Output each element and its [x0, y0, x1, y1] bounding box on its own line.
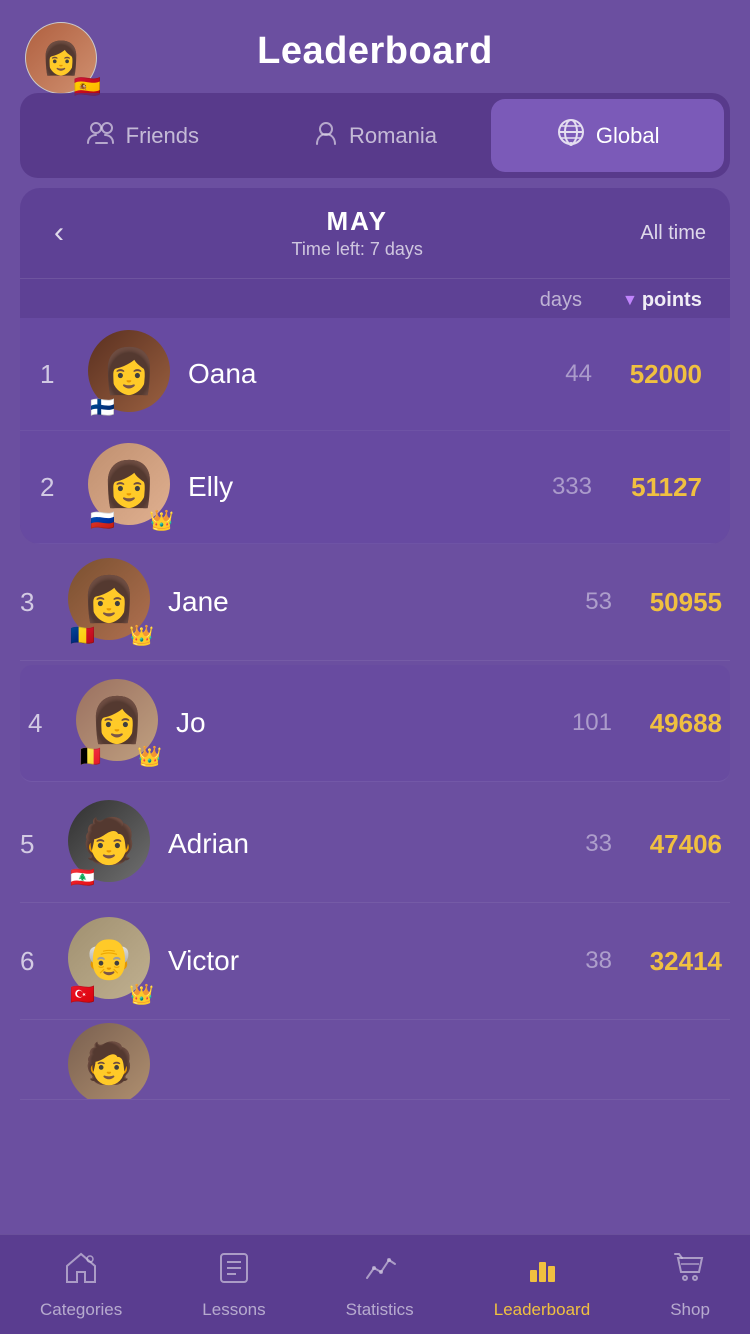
table-row: 6 👴 🇹🇷 👑 Victor 38 32414: [20, 903, 730, 1020]
flag-4: 🇧🇪: [78, 747, 103, 767]
lessons-icon: [216, 1250, 252, 1294]
nav-categories-label: Categories: [40, 1300, 122, 1320]
nav-categories[interactable]: Categories: [24, 1242, 138, 1328]
page-title: Leaderboard: [257, 30, 493, 73]
avatar-2: 👩 🇷🇺 👑: [88, 443, 176, 531]
days-3: 53: [542, 588, 612, 616]
name-6: Victor: [168, 945, 542, 977]
outer-rows: 3 👩 🇷🇴 👑 Jane 53 50955 4 👩 🇧🇪 👑 Jo 101 4…: [20, 544, 730, 1100]
days-4: 101: [542, 709, 612, 737]
avatar-1: 👩 🇫🇮: [88, 330, 176, 418]
nav-lessons-label: Lessons: [202, 1300, 265, 1320]
flag-5: 🇱🇧: [70, 868, 95, 888]
rank-4: 4: [28, 708, 64, 739]
table-row: 4 👩 🇧🇪 👑 Jo 101 49688: [20, 665, 730, 782]
sort-down-icon: ▼: [622, 292, 638, 310]
nav-leaderboard-label: Leaderboard: [494, 1300, 590, 1320]
avatar-3: 👩 🇷🇴 👑: [68, 558, 156, 646]
crown-6: 👑: [129, 985, 154, 1005]
points-6: 32414: [632, 946, 722, 977]
days-6: 38: [542, 947, 612, 975]
nav-shop-label: Shop: [670, 1300, 710, 1320]
days-column-header: days: [522, 289, 582, 312]
tab-selector: Friends Romania Global: [20, 93, 730, 178]
tab-romania[interactable]: Romania: [259, 100, 492, 171]
table-row: 2 👩 🇷🇺 👑 Elly 333 51127: [20, 431, 730, 544]
name-3: Jane: [168, 586, 542, 618]
rank-5: 5: [20, 829, 56, 860]
points-1: 52000: [612, 359, 702, 390]
back-button[interactable]: ‹: [44, 212, 74, 254]
user-avatar[interactable]: 👩 🇪🇸: [25, 22, 97, 94]
tab-friends-label: Friends: [126, 123, 199, 149]
bottom-navigation: Categories Lessons Statistics: [0, 1234, 750, 1334]
tab-romania-label: Romania: [349, 123, 437, 149]
name-2: Elly: [188, 471, 522, 503]
crown-4: 👑: [137, 747, 162, 767]
table-row: 3 👩 🇷🇴 👑 Jane 53 50955: [20, 544, 730, 661]
leaderboard-panel: ‹ MAY Time left: 7 days All time days ▼ …: [20, 188, 730, 544]
crown-3: 👑: [129, 626, 154, 646]
rank-6: 6: [20, 946, 56, 977]
avatar-image-7: 🧑: [68, 1023, 150, 1101]
friends-icon: [86, 119, 116, 152]
points-5: 47406: [632, 829, 722, 860]
points-4: 49688: [632, 708, 722, 739]
month-header: ‹ MAY Time left: 7 days All time: [20, 188, 730, 279]
all-time-button[interactable]: All time: [640, 222, 706, 245]
month-info: MAY Time left: 7 days: [292, 206, 423, 260]
avatar-6: 👴 🇹🇷 👑: [68, 917, 156, 1005]
statistics-icon: [362, 1250, 398, 1294]
avatar-4: 👩 🇧🇪 👑: [76, 679, 164, 767]
tab-global-label: Global: [596, 123, 660, 149]
header: 👩 🇪🇸 Leaderboard: [0, 0, 750, 93]
flag-6: 🇹🇷: [70, 985, 95, 1005]
avatar-5: 🧑 🇱🇧: [68, 800, 156, 888]
nav-statistics[interactable]: Statistics: [330, 1242, 430, 1328]
shop-icon: [672, 1250, 708, 1294]
rank-2: 2: [40, 472, 76, 503]
nav-shop[interactable]: Shop: [654, 1242, 726, 1328]
nav-lessons[interactable]: Lessons: [186, 1242, 281, 1328]
name-4: Jo: [176, 707, 542, 739]
days-5: 33: [542, 830, 612, 858]
tab-global[interactable]: Global: [491, 99, 724, 172]
points-3: 50955: [632, 587, 722, 618]
column-headers: days ▼ points: [20, 279, 730, 318]
name-1: Oana: [188, 358, 522, 390]
leaderboard-icon: [524, 1250, 560, 1294]
days-2: 333: [522, 473, 592, 501]
nav-statistics-label: Statistics: [346, 1300, 414, 1320]
table-row: 5 🧑 🇱🇧 Adrian 33 47406: [20, 786, 730, 903]
month-subtitle: Time left: 7 days: [292, 239, 423, 260]
crown-2: 👑: [149, 511, 174, 531]
points-column-header: ▼ points: [622, 289, 702, 312]
table-row: 1 👩 🇫🇮 Oana 44 52000: [20, 318, 730, 431]
rank-3: 3: [20, 587, 56, 618]
name-5: Adrian: [168, 828, 542, 860]
categories-icon: [63, 1250, 99, 1294]
romania-icon: [313, 118, 339, 153]
rank-1: 1: [40, 359, 76, 390]
days-1: 44: [522, 360, 592, 388]
table-row: 🧑: [20, 1020, 730, 1100]
tab-friends[interactable]: Friends: [26, 101, 259, 170]
flag-2: 🇷🇺: [90, 511, 115, 531]
flag-1: 🇫🇮: [90, 398, 115, 418]
nav-leaderboard[interactable]: Leaderboard: [478, 1242, 606, 1328]
month-name: MAY: [292, 206, 423, 237]
points-2: 51127: [612, 472, 702, 503]
flag-3: 🇷🇴: [70, 626, 95, 646]
avatar-7: 🧑: [68, 1023, 156, 1101]
global-icon: [556, 117, 586, 154]
